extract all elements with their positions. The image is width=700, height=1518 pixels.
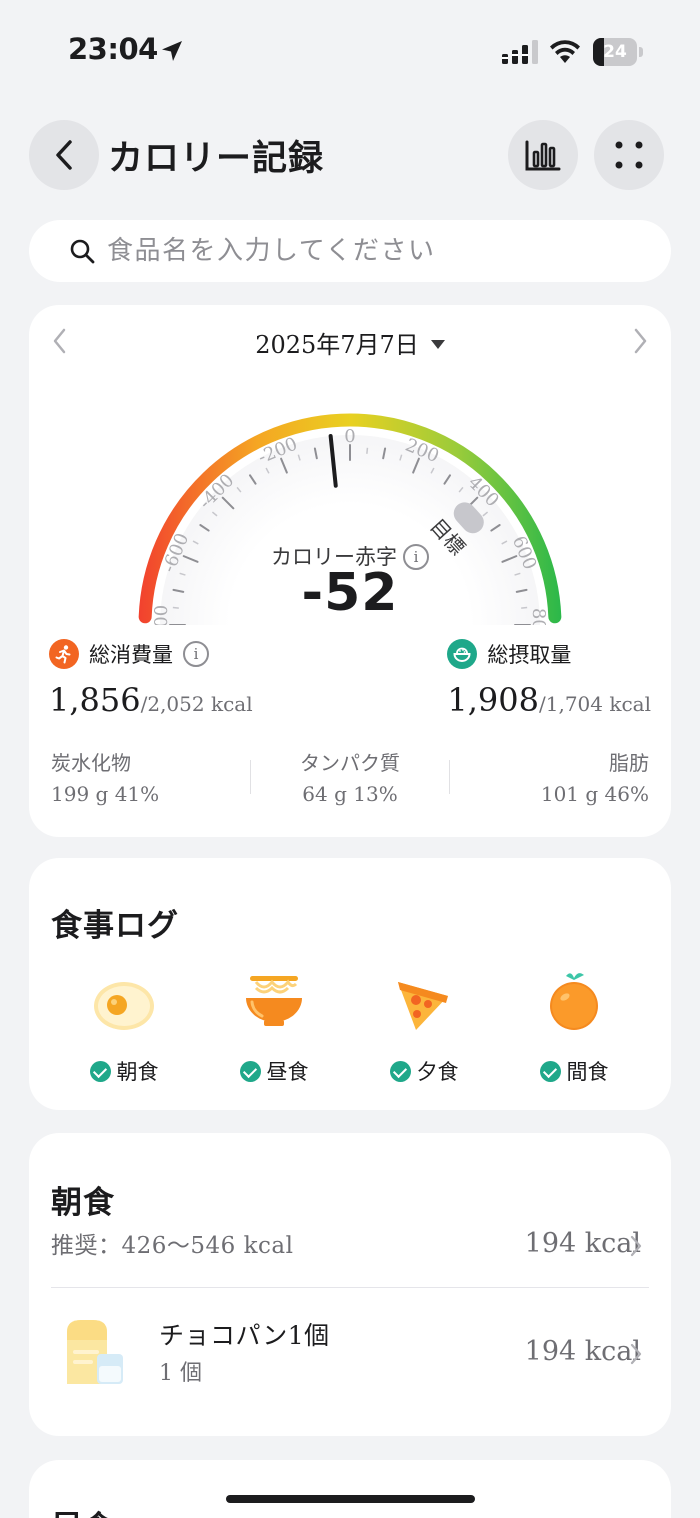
page-title: カロリー記録 [108, 138, 325, 179]
calorie-summary-card: 2025年7月7日 -800 -600 -400 -200 0 200 400 600 800 目… [29, 305, 671, 837]
macro-name: タンパク質 [300, 751, 400, 775]
check-icon [539, 1061, 561, 1082]
burned-label: 総消費量 [89, 643, 173, 667]
total-intake: 総摂取量 1,908/1,704 kcal [447, 639, 651, 719]
status-time: 23:04 [68, 32, 158, 66]
check-icon [89, 1061, 111, 1082]
food-quantity: 1 個 [159, 1361, 202, 1386]
intake-value: 1,908 [447, 681, 539, 719]
macro-value: 101 g 46% [540, 782, 649, 806]
macro-value: 64 g 13% [302, 782, 398, 806]
macro-name: 脂肪 [609, 751, 649, 775]
breakfast-total-kcal: 194 kcal [524, 1228, 641, 1259]
total-burned: 総消費量 i 1,856/2,052 kcal [49, 639, 253, 719]
recommended-range: 推奨：426〜546 kcal [51, 1233, 294, 1259]
cellular-signal-icon [502, 40, 538, 64]
breakfast-card: 朝食 推奨：426〜546 kcal 194 kcal チョコパン1個 1 個 … [29, 1133, 671, 1436]
intake-goal: /1,704 kcal [539, 692, 651, 716]
pizza-slice-icon [398, 982, 448, 1030]
gauge-tick-label: 0 [344, 426, 355, 447]
battery-level: 24 [603, 42, 627, 62]
bar-chart-icon [525, 140, 561, 171]
orange-fruit-icon [550, 973, 598, 1030]
food-bowl-icon [447, 639, 478, 669]
food-search-bar[interactable] [29, 220, 671, 282]
lunch-card: 昼食 [29, 1460, 671, 1518]
four-dots-icon [615, 141, 643, 169]
intake-label: 総摂取量 [487, 643, 572, 667]
chevron-right-icon [630, 1235, 642, 1257]
search-icon [70, 239, 95, 264]
battery-indicator: 24 [593, 38, 643, 66]
noodle-bowl-icon [246, 976, 302, 1026]
check-icon [239, 1061, 261, 1082]
breakfast-title: 朝食 [51, 1185, 115, 1221]
next-day-icon[interactable] [629, 327, 651, 355]
macro-value: 199 g 41% [51, 782, 160, 806]
food-search-input[interactable] [107, 230, 627, 272]
meal-log-title: 食事ログ [51, 908, 179, 944]
divider [51, 1287, 649, 1288]
meal-label: 朝食 [116, 1060, 159, 1084]
meal-lunch-button[interactable]: 昼食 [194, 966, 354, 1096]
statistics-button[interactable] [508, 120, 578, 190]
food-kcal: 194 kcal [524, 1336, 641, 1367]
lunch-title: 昼食 [51, 1502, 115, 1518]
gauge-minor-tick [366, 447, 369, 454]
macro-fat: 脂肪 101 g 46% [449, 747, 649, 806]
running-icon [49, 639, 79, 669]
location-arrow-icon [162, 41, 182, 61]
date-text: 2025年7月7日 [255, 331, 419, 359]
macro-carbs: 炭水化物 199 g 41% [51, 747, 251, 806]
meal-dinner-button[interactable]: 夕食 [344, 966, 504, 1096]
meal-log-card: 食事ログ 朝食 昼食 夕食 間食 [29, 858, 671, 1110]
meal-breakfast-button[interactable]: 朝食 [44, 966, 204, 1096]
more-options-button[interactable] [594, 120, 664, 190]
egg-icon [94, 982, 154, 1030]
macro-protein: タンパク質 64 g 13% [250, 747, 450, 806]
chevron-left-icon [56, 140, 72, 170]
info-icon[interactable]: i [183, 641, 209, 667]
wifi-icon [550, 40, 580, 63]
check-icon [389, 1061, 411, 1082]
macro-name: 炭水化物 [51, 751, 131, 775]
status-bar: 23:04 24 [0, 0, 700, 100]
food-name: チョコパン1個 [159, 1321, 330, 1350]
back-button[interactable] [29, 120, 99, 190]
meal-label: 昼食 [266, 1060, 309, 1084]
home-indicator [226, 1495, 475, 1503]
meal-label: 間食 [566, 1060, 609, 1084]
bread-icon [67, 1320, 123, 1384]
calorie-deficit-value: -52 [301, 563, 399, 623]
date-selector[interactable]: 2025年7月7日 [29, 325, 671, 360]
burned-value: 1,856 [49, 681, 141, 719]
burned-goal: /2,052 kcal [140, 692, 253, 716]
meal-snack-button[interactable]: 間食 [494, 966, 654, 1096]
caret-down-icon [430, 340, 445, 349]
meal-label: 夕食 [416, 1060, 459, 1084]
chevron-right-icon [630, 1343, 642, 1365]
